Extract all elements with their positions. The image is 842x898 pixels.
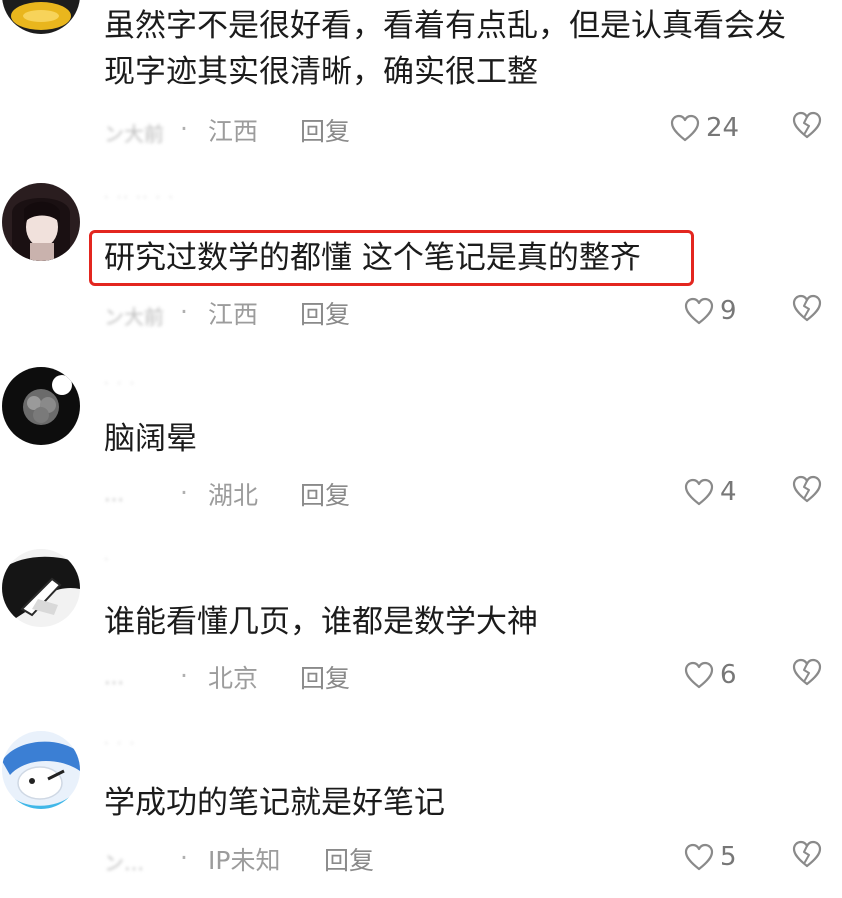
dislike-button[interactable]: [792, 658, 822, 692]
username: · ·· ·· · ·: [104, 190, 175, 206]
avatar[interactable]: [2, 367, 80, 445]
meta-username: ン…: [104, 851, 144, 875]
avatar[interactable]: [2, 731, 80, 809]
comment-meta: … · 北京 回复 6: [104, 657, 842, 693]
comment-meta: ン大前 · 江西 回复 24: [104, 110, 842, 146]
reply-button[interactable]: 回复: [300, 659, 350, 695]
dislike-button[interactable]: [792, 475, 822, 509]
meta-username: …: [104, 665, 124, 689]
username: · · ·: [104, 736, 137, 752]
like-button[interactable]: 5: [684, 839, 737, 875]
like-button[interactable]: 4: [684, 474, 737, 510]
comment-text: 脑阔晕: [104, 421, 197, 457]
ip-location: 江西: [208, 117, 259, 146]
broken-heart-outline-icon: [792, 658, 822, 686]
comment-meta: ン… · IP未知 回复 5: [104, 839, 842, 875]
heart-outline-icon: [684, 843, 714, 871]
ip-location: IP未知: [208, 846, 281, 875]
ip-location: 江西: [208, 300, 259, 329]
comment-item: 虽然字不是很好看，看着有点乱，但是认真看会发 现字迹其实很清晰，确实很工整 ン大…: [0, 0, 842, 160]
ip-location: 北京: [208, 664, 259, 693]
heart-outline-icon: [684, 297, 714, 325]
reply-button[interactable]: 回复: [300, 112, 350, 148]
like-button[interactable]: 9: [684, 293, 737, 329]
ip-location: 湖北: [208, 481, 259, 510]
like-count: 6: [720, 660, 737, 690]
heart-outline-icon: [684, 661, 714, 689]
heart-outline-icon: [684, 478, 714, 506]
dislike-button[interactable]: [792, 840, 822, 874]
reply-button[interactable]: 回复: [300, 295, 350, 331]
comment-item: · · · 学成功的笔记就是好笔记 ン… · IP未知 回复 5: [0, 728, 842, 898]
broken-heart-outline-icon: [792, 294, 822, 322]
comment-item: · ·· ·· · · 研究过数学的都懂 这个笔记是真的整齐 ン大前 · 江西 …: [0, 180, 842, 350]
comment-text: 虽然字不是很好看，看着有点乱，但是认真看会发 现字迹其实很清晰，确实很工整: [104, 8, 786, 90]
dislike-button[interactable]: [792, 111, 822, 145]
comment-meta: … · 湖北 回复 4: [104, 474, 842, 510]
comment-meta: ン大前 · 江西 回复 9: [104, 293, 842, 329]
reply-button[interactable]: 回复: [300, 476, 350, 512]
like-count: 4: [720, 477, 737, 507]
reply-button[interactable]: 回复: [324, 841, 374, 877]
meta-username: …: [104, 482, 124, 506]
like-count: 24: [706, 113, 740, 143]
like-button[interactable]: 6: [684, 657, 737, 693]
meta-username: ン大前: [104, 305, 164, 329]
separator-dot: ·: [180, 114, 188, 143]
comment-item: · · · 脑阔晕 … · 湖北 回复 4: [0, 364, 842, 534]
broken-heart-outline-icon: [792, 840, 822, 868]
comment-text: 谁能看懂几页，谁都是数学大神: [104, 604, 538, 640]
meta-username: ン大前: [104, 122, 164, 146]
username: ·: [104, 552, 111, 568]
separator-dot: ·: [180, 297, 188, 326]
comment-text: 学成功的笔记就是好笔记: [104, 785, 445, 821]
comment-item: · 谁能看懂几页，谁都是数学大神 … · 北京 回复 6: [0, 546, 842, 716]
avatar[interactable]: [2, 0, 80, 34]
username: · · ·: [104, 376, 137, 392]
broken-heart-outline-icon: [792, 111, 822, 139]
heart-outline-icon: [670, 114, 700, 142]
broken-heart-outline-icon: [792, 475, 822, 503]
avatar[interactable]: [2, 183, 80, 261]
separator-dot: ·: [180, 843, 188, 872]
comment-text: 研究过数学的都懂 这个笔记是真的整齐: [104, 240, 641, 276]
dislike-button[interactable]: [792, 294, 822, 328]
avatar[interactable]: [2, 549, 80, 627]
like-count: 9: [720, 296, 737, 326]
separator-dot: ·: [180, 478, 188, 507]
separator-dot: ·: [180, 661, 188, 690]
like-count: 5: [720, 842, 737, 872]
like-button[interactable]: 24: [670, 110, 739, 146]
